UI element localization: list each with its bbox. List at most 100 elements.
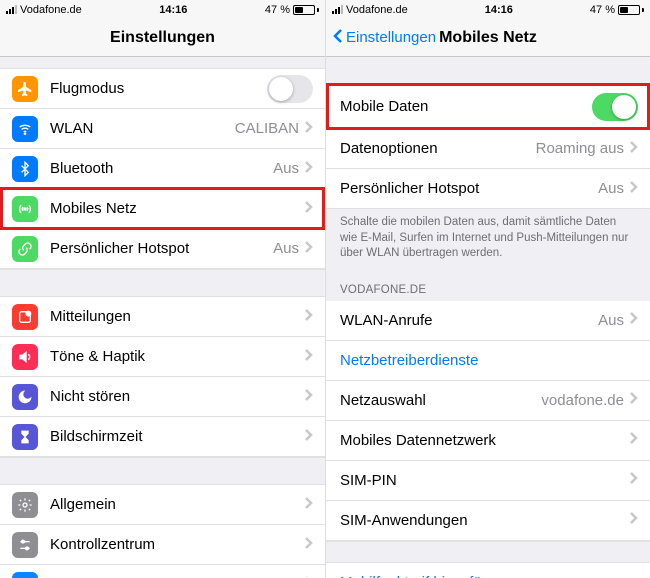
row-label: WLAN-Anrufe	[340, 312, 598, 329]
chevron-right-icon	[630, 311, 638, 329]
row-wlan-calls[interactable]: WLAN-Anrufe Aus	[326, 301, 650, 341]
row-notifications[interactable]: Mitteilungen	[0, 297, 325, 337]
chevron-right-icon	[305, 496, 313, 514]
airplane-icon	[12, 76, 38, 102]
row-label: Mobiles Netz	[50, 200, 305, 217]
sound-icon	[12, 344, 38, 370]
signal-icon	[332, 5, 343, 14]
row-add-plan[interactable]: Mobilfunktarif hinzufügen	[326, 563, 650, 578]
row-dnd[interactable]: Nicht stören	[0, 377, 325, 417]
row-wlan[interactable]: WLAN CALIBAN	[0, 109, 325, 149]
row-sim-apps[interactable]: SIM-Anwendungen	[326, 501, 650, 541]
row-detail: Aus	[273, 160, 299, 177]
status-bar: Vodafone.de 14:16 47 %	[326, 0, 650, 19]
back-button[interactable]: Einstellungen	[332, 28, 436, 48]
sliders-icon	[12, 532, 38, 558]
row-data-options[interactable]: Datenoptionen Roaming aus	[326, 129, 650, 169]
chevron-left-icon	[332, 28, 344, 48]
chevron-right-icon	[630, 140, 638, 158]
chevron-right-icon	[305, 388, 313, 406]
cellular-screen: Vodafone.de 14:16 47 % Einstellungen Mob…	[325, 0, 650, 578]
battery-icon	[618, 5, 644, 15]
section-footer: Schalte die mobilen Daten aus, damit säm…	[326, 209, 650, 270]
chevron-right-icon	[630, 511, 638, 529]
clock: 14:16	[159, 4, 187, 16]
group-header: VODAFONE.DE	[326, 270, 650, 301]
row-label: SIM-PIN	[340, 472, 630, 489]
gear-icon	[12, 492, 38, 518]
row-label: Bluetooth	[50, 160, 273, 177]
chevron-right-icon	[630, 431, 638, 449]
mobile-data-toggle[interactable]	[592, 93, 638, 121]
airplane-toggle[interactable]	[267, 75, 313, 103]
row-general[interactable]: Allgemein	[0, 485, 325, 525]
text-size-icon: AA	[12, 572, 38, 578]
battery-pct: 47 %	[590, 4, 615, 16]
hourglass-icon	[12, 424, 38, 450]
row-label: Mitteilungen	[50, 308, 305, 325]
row-detail: Roaming aus	[536, 140, 624, 157]
battery-icon	[293, 5, 319, 15]
bluetooth-icon	[12, 156, 38, 182]
page-title: Mobiles Netz	[439, 29, 537, 47]
row-display[interactable]: AA Anzeige & Helligkeit	[0, 565, 325, 578]
row-label: Netzauswahl	[340, 392, 541, 409]
row-label: Persönlicher Hotspot	[50, 240, 273, 257]
row-label: Mobile Daten	[340, 98, 592, 115]
carrier-label: Vodafone.de	[20, 4, 82, 16]
row-detail: Aus	[598, 180, 624, 197]
notifications-icon	[12, 304, 38, 330]
wifi-icon	[12, 116, 38, 142]
row-label: Netzbetreiberdienste	[340, 352, 638, 369]
chevron-right-icon	[305, 536, 313, 554]
chevron-right-icon	[305, 120, 313, 138]
row-label: Töne & Haptik	[50, 348, 305, 365]
chevron-right-icon	[305, 428, 313, 446]
page-title: Einstellungen	[110, 29, 215, 47]
row-label: Mobilfunktarif hinzufügen	[340, 574, 638, 578]
row-label: WLAN	[50, 120, 235, 137]
row-hotspot[interactable]: Persönlicher Hotspot Aus	[326, 169, 650, 209]
row-airplane-mode[interactable]: Flugmodus	[0, 69, 325, 109]
row-sounds[interactable]: Töne & Haptik	[0, 337, 325, 377]
row-screentime[interactable]: Bildschirmzeit	[0, 417, 325, 457]
chevron-right-icon	[305, 308, 313, 326]
chevron-right-icon	[305, 348, 313, 366]
back-label: Einstellungen	[346, 29, 436, 46]
row-detail: CALIBAN	[235, 120, 299, 137]
row-label: Datenoptionen	[340, 140, 536, 157]
row-label: SIM-Anwendungen	[340, 512, 630, 529]
row-label: Persönlicher Hotspot	[340, 180, 598, 197]
chevron-right-icon	[630, 391, 638, 409]
nav-bar: Einstellungen Mobiles Netz	[326, 19, 650, 57]
settings-screen: Vodafone.de 14:16 47 % Einstellungen Flu…	[0, 0, 325, 578]
row-mobile-data-network[interactable]: Mobiles Datennetzwerk	[326, 421, 650, 461]
signal-icon	[6, 5, 17, 14]
status-bar: Vodafone.de 14:16 47 %	[0, 0, 325, 19]
antenna-icon	[12, 196, 38, 222]
chevron-right-icon	[305, 160, 313, 178]
row-detail: vodafone.de	[541, 392, 624, 409]
clock: 14:16	[485, 4, 513, 16]
row-sim-pin[interactable]: SIM-PIN	[326, 461, 650, 501]
row-hotspot[interactable]: Persönlicher Hotspot Aus	[0, 229, 325, 269]
row-label: Flugmodus	[50, 80, 267, 97]
row-mobile-data[interactable]: Mobile Daten	[326, 85, 650, 129]
row-network-selection[interactable]: Netzauswahl vodafone.de	[326, 381, 650, 421]
row-control-center[interactable]: Kontrollzentrum	[0, 525, 325, 565]
row-bluetooth[interactable]: Bluetooth Aus	[0, 149, 325, 189]
nav-bar: Einstellungen	[0, 19, 325, 57]
row-label: Mobiles Datennetzwerk	[340, 432, 630, 449]
row-label: Allgemein	[50, 496, 305, 513]
chevron-right-icon	[305, 240, 313, 258]
row-detail: Aus	[598, 312, 624, 329]
row-label: Kontrollzentrum	[50, 536, 305, 553]
row-cellular[interactable]: Mobiles Netz	[0, 189, 325, 229]
chevron-right-icon	[630, 180, 638, 198]
chevron-right-icon	[305, 200, 313, 218]
row-detail: Aus	[273, 240, 299, 257]
link-icon	[12, 236, 38, 262]
chevron-right-icon	[630, 471, 638, 489]
row-carrier-services[interactable]: Netzbetreiberdienste	[326, 341, 650, 381]
moon-icon	[12, 384, 38, 410]
